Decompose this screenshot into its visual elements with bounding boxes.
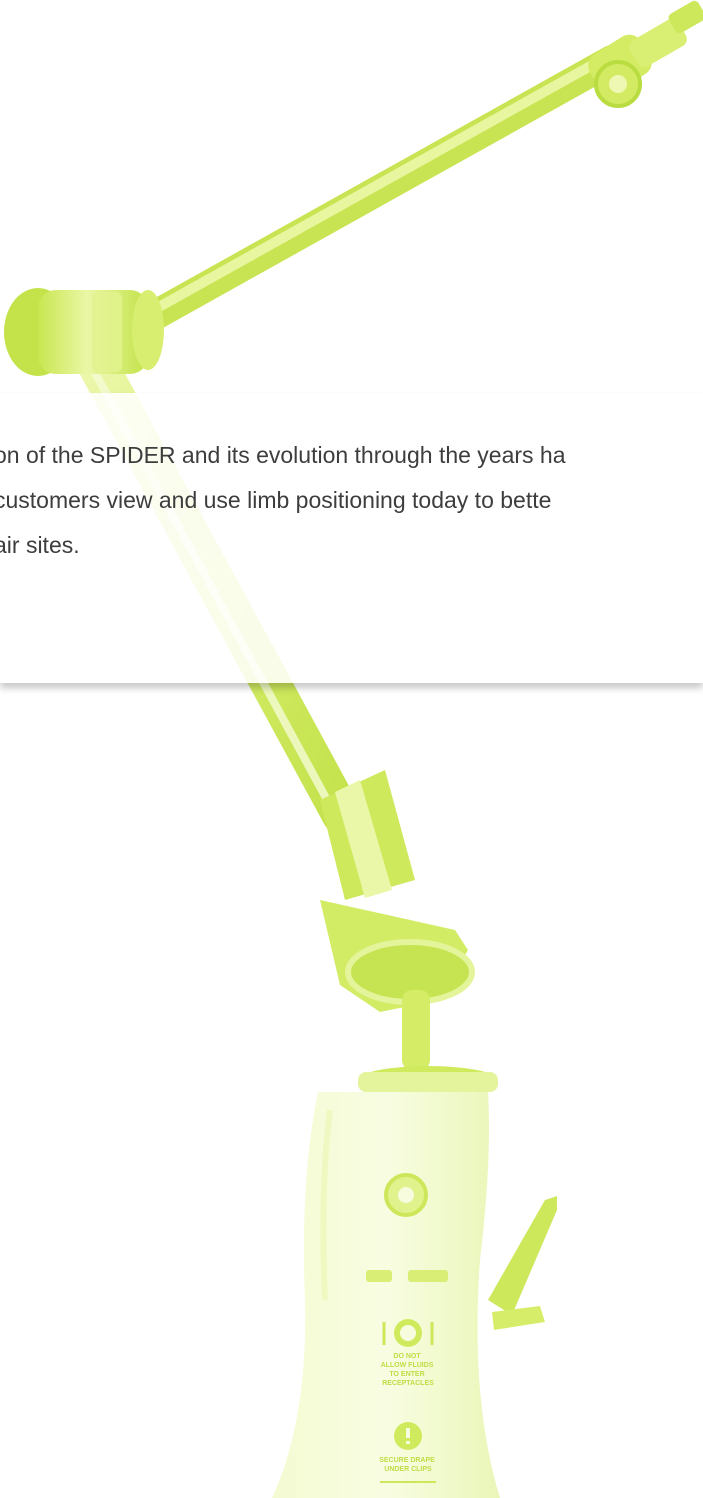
intro-line-2: customers view and use limb positioning …: [0, 487, 552, 514]
intro-text-card: on of the SPIDER and its evolution throu…: [0, 393, 703, 683]
intro-paragraph: on of the SPIDER and its evolution throu…: [0, 433, 703, 568]
spider-limb-positioner-icon: DO NOT ALLOW FLUIDS TO ENTER RECEPTACLES…: [4, 0, 703, 1498]
hero-section: DO NOT ALLOW FLUIDS TO ENTER RECEPTACLES…: [0, 0, 703, 1498]
intro-line-3: air sites.: [0, 532, 80, 559]
intro-line-1: on of the SPIDER and its evolution throu…: [0, 442, 566, 468]
